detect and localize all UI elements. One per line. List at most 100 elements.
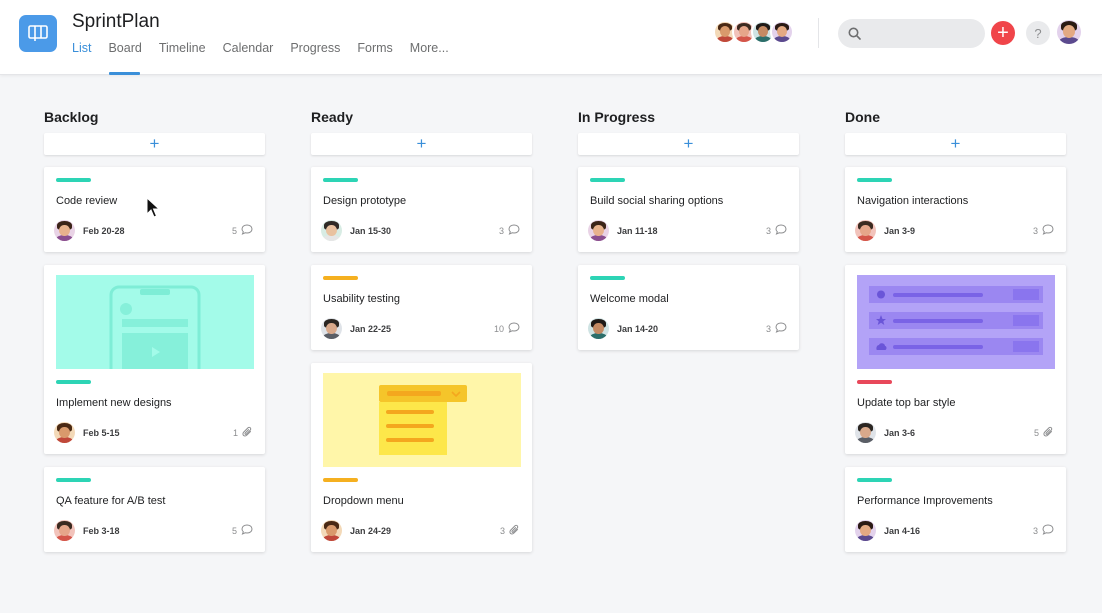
comment-icon xyxy=(241,524,253,537)
task-cover-image xyxy=(56,275,254,369)
task-meta: Jan 3-6 5 xyxy=(855,422,1054,443)
comment-icon xyxy=(1042,524,1054,537)
task-card[interactable]: Update top bar style Jan 3-6 5 xyxy=(845,265,1066,454)
add-task-button[interactable]: + xyxy=(311,133,532,155)
task-due-date: Jan 4-16 xyxy=(884,525,921,536)
search-input[interactable] xyxy=(838,19,985,48)
attachment-icon xyxy=(242,426,253,440)
task-card[interactable]: QA feature for A/B test Feb 3-18 5 xyxy=(44,467,265,552)
task-title: Dropdown menu xyxy=(323,495,404,507)
task-tag xyxy=(590,276,625,280)
task-card[interactable]: Dropdown menu Jan 24-29 3 xyxy=(311,363,532,552)
task-title: Design prototype xyxy=(323,195,407,207)
task-count[interactable]: 10 xyxy=(494,322,520,335)
task-card[interactable]: Implement new designs Feb 5-15 1 xyxy=(44,265,265,454)
project-title: SprintPlan xyxy=(72,11,160,32)
count-value: 1 xyxy=(232,427,238,438)
task-title: Build social sharing options xyxy=(590,195,724,207)
header-divider xyxy=(818,18,819,48)
task-meta: Jan 11-18 3 xyxy=(588,220,787,241)
count-value: 3 xyxy=(499,525,505,536)
task-due-date: Jan 24-29 xyxy=(350,525,392,536)
count-value: 3 xyxy=(765,225,771,236)
count-value: 3 xyxy=(765,323,771,334)
column-title: In Progress xyxy=(578,109,656,125)
task-count[interactable]: 3 xyxy=(1033,524,1054,537)
project-members[interactable] xyxy=(713,20,794,44)
task-count[interactable]: 3 xyxy=(766,224,787,237)
task-card[interactable]: Welcome modal Jan 14-20 3 xyxy=(578,265,799,350)
task-due-date: Feb 5-15 xyxy=(83,427,120,438)
task-card[interactable]: Navigation interactions Jan 3-9 3 xyxy=(845,167,1066,252)
task-due-date: Jan 22-25 xyxy=(350,323,392,334)
app-logo-icon[interactable] xyxy=(19,15,57,52)
search-icon xyxy=(848,27,861,40)
quick-add-button[interactable]: + xyxy=(991,21,1015,45)
top-bar: SprintPlan List Board Timeline Calendar … xyxy=(0,0,1102,75)
column-ready: Ready + xyxy=(311,108,532,155)
assignee-avatar[interactable] xyxy=(54,422,75,443)
assignee-avatar[interactable] xyxy=(54,220,75,241)
task-title: Update top bar style xyxy=(857,397,956,409)
task-title: Performance Improvements xyxy=(857,495,993,507)
comment-icon xyxy=(775,224,787,237)
task-count[interactable]: 3 xyxy=(499,224,520,237)
assignee-avatar[interactable] xyxy=(588,318,609,339)
assignee-avatar[interactable] xyxy=(855,520,876,541)
task-card[interactable]: Build social sharing options Jan 11-18 3 xyxy=(578,167,799,252)
count-value: 5 xyxy=(231,225,237,236)
task-meta: Jan 4-16 3 xyxy=(855,520,1054,541)
comment-icon xyxy=(775,322,787,335)
assignee-avatar[interactable] xyxy=(588,220,609,241)
assignee-avatar[interactable] xyxy=(855,220,876,241)
active-tab-indicator xyxy=(109,72,140,75)
task-card[interactable]: Performance Improvements Jan 4-16 3 xyxy=(845,467,1066,552)
task-title: Welcome modal xyxy=(590,293,669,305)
user-avatar[interactable] xyxy=(1057,20,1081,49)
task-count[interactable]: 5 xyxy=(232,224,253,237)
task-due-date: Jan 15-30 xyxy=(350,225,392,236)
task-meta: Feb 20-28 5 xyxy=(54,220,253,241)
assignee-avatar[interactable] xyxy=(54,520,75,541)
task-card[interactable]: Usability testing Jan 22-25 10 xyxy=(311,265,532,350)
count-value: 5 xyxy=(1033,427,1039,438)
task-meta: Jan 22-25 10 xyxy=(321,318,520,339)
task-cover-image xyxy=(323,373,521,467)
task-tag xyxy=(590,178,625,182)
assignee-avatar[interactable] xyxy=(855,422,876,443)
attachment-icon xyxy=(1043,426,1054,440)
count-value: 5 xyxy=(231,525,237,536)
assignee-avatar[interactable] xyxy=(321,520,342,541)
task-tag xyxy=(857,380,892,384)
task-tag xyxy=(323,178,358,182)
tab-timeline[interactable]: Timeline xyxy=(159,41,206,55)
tab-progress[interactable]: Progress xyxy=(290,41,340,55)
count-value: 3 xyxy=(1032,225,1038,236)
tab-forms[interactable]: Forms xyxy=(357,41,392,55)
assignee-avatar[interactable] xyxy=(321,318,342,339)
task-count[interactable]: 5 xyxy=(232,524,253,537)
help-button[interactable]: ? xyxy=(1026,21,1050,45)
tab-calendar[interactable]: Calendar xyxy=(223,41,274,55)
task-meta: Feb 5-15 1 xyxy=(54,422,253,443)
task-title: QA feature for A/B test xyxy=(56,495,166,507)
tab-more[interactable]: More... xyxy=(410,41,449,55)
count-value: 3 xyxy=(1032,525,1038,536)
assignee-avatar[interactable] xyxy=(321,220,342,241)
task-count[interactable]: 5 xyxy=(1034,426,1054,440)
add-task-button[interactable]: + xyxy=(845,133,1066,155)
add-task-button[interactable]: + xyxy=(44,133,265,155)
tab-board[interactable]: Board xyxy=(108,41,141,55)
current-user-avatar[interactable] xyxy=(1057,20,1081,44)
task-count[interactable]: 3 xyxy=(500,524,520,538)
task-count[interactable]: 1 xyxy=(233,426,253,440)
task-meta: Feb 3-18 5 xyxy=(54,520,253,541)
task-count[interactable]: 3 xyxy=(766,322,787,335)
member-avatar[interactable] xyxy=(770,20,794,44)
task-count[interactable]: 3 xyxy=(1033,224,1054,237)
task-card[interactable]: Design prototype Jan 15-30 3 xyxy=(311,167,532,252)
column-title: Ready xyxy=(311,109,354,125)
tab-list[interactable]: List xyxy=(72,41,91,55)
add-task-button[interactable]: + xyxy=(578,133,799,155)
task-tag xyxy=(323,276,358,280)
